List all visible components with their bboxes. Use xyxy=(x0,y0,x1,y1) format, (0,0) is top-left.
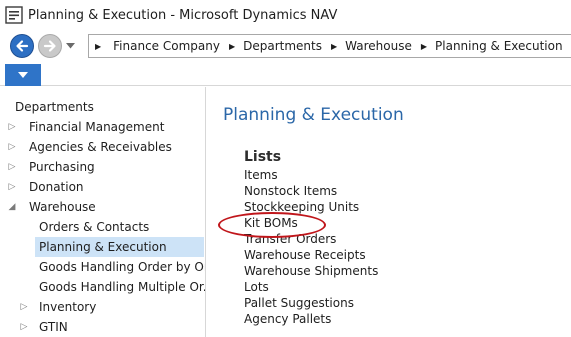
link-nonstock-items[interactable]: Nonstock Items xyxy=(244,184,337,198)
nav-item-label: GTIN xyxy=(39,320,68,334)
nav-item-donation[interactable]: ▷ Donation xyxy=(0,177,205,197)
title-bar: Planning & Execution - Microsoft Dynamic… xyxy=(0,0,571,30)
nav-item-label: Orders & Contacts xyxy=(39,220,150,234)
link-pallet-suggestions[interactable]: Pallet Suggestions xyxy=(244,296,354,310)
expand-arrow-icon[interactable]: ▷ xyxy=(5,162,19,172)
page-title: Planning & Execution xyxy=(223,105,404,125)
expand-arrow-icon[interactable]: ▷ xyxy=(5,122,19,132)
breadcrumb[interactable]: ▶ Finance Company ▶ Departments ▶ Wareho… xyxy=(88,34,571,58)
link-warehouse-shipments[interactable]: Warehouse Shipments xyxy=(244,264,378,278)
breadcrumb-root-arrow[interactable]: ▶ xyxy=(95,42,101,51)
breadcrumb-item-planning[interactable]: Planning & Execution xyxy=(435,39,563,53)
back-arrow-icon xyxy=(16,40,29,52)
link-agency-pallets[interactable]: Agency Pallets xyxy=(244,312,331,326)
nav-item-agencies-receivables[interactable]: ▷ Agencies & Receivables xyxy=(0,137,205,157)
link-transfer-orders[interactable]: Transfer Orders xyxy=(244,232,336,246)
link-stockkeeping-units[interactable]: Stockkeeping Units xyxy=(244,200,359,214)
window-title: Planning & Execution - Microsoft Dynamic… xyxy=(28,8,338,23)
nav-item-label: Goods Handling Multiple Or... xyxy=(39,280,205,294)
link-lots[interactable]: Lots xyxy=(244,280,269,294)
nav-item-financial-management[interactable]: ▷ Financial Management xyxy=(0,117,205,137)
collapse-arrow-icon[interactable]: ◢ xyxy=(5,202,19,212)
forward-button[interactable] xyxy=(38,34,62,58)
nav-item-label: Agencies & Receivables xyxy=(29,140,172,154)
nav-item-label: Warehouse xyxy=(29,200,96,214)
nav-item-goods-handling-order[interactable]: Goods Handling Order by Or... xyxy=(0,257,205,277)
breadcrumb-separator[interactable]: ▶ xyxy=(229,42,235,51)
breadcrumb-separator[interactable]: ▶ xyxy=(421,42,427,51)
nav-item-label: Inventory xyxy=(39,300,97,314)
nav-item-gtin[interactable]: ▷ GTIN xyxy=(0,317,205,337)
history-dropdown[interactable] xyxy=(64,40,76,52)
nav-item-label: Financial Management xyxy=(29,120,165,134)
section-heading-lists: Lists xyxy=(244,149,282,165)
back-button[interactable] xyxy=(10,34,34,58)
dynamics-nav-icon xyxy=(5,6,23,24)
nav-item-label: Goods Handling Order by Or... xyxy=(39,260,205,274)
nav-item-inventory[interactable]: ▷ Inventory xyxy=(0,297,205,317)
application-menu-button[interactable] xyxy=(5,64,41,86)
link-warehouse-receipts[interactable]: Warehouse Receipts xyxy=(244,248,366,262)
ribbon-bar xyxy=(0,62,571,86)
chevron-down-icon xyxy=(18,72,28,78)
breadcrumb-item-warehouse[interactable]: Warehouse xyxy=(345,39,412,53)
breadcrumb-item-departments[interactable]: Departments xyxy=(243,39,322,53)
chevron-down-icon xyxy=(65,43,75,49)
nav-item-label: Departments xyxy=(15,100,94,114)
nav-item-departments[interactable]: Departments xyxy=(0,97,205,117)
nav-item-planning-execution[interactable]: Planning & Execution xyxy=(35,237,204,257)
breadcrumb-item-company[interactable]: Finance Company xyxy=(113,39,220,53)
nav-item-label: Purchasing xyxy=(29,160,95,174)
breadcrumb-separator[interactable]: ▶ xyxy=(331,42,337,51)
link-kit-boms[interactable]: Kit BOMs xyxy=(244,216,298,230)
nav-item-label: Donation xyxy=(29,180,84,194)
expand-arrow-icon[interactable]: ▷ xyxy=(17,322,31,332)
expand-arrow-icon[interactable]: ▷ xyxy=(17,302,31,312)
link-items[interactable]: Items xyxy=(244,168,278,182)
nav-item-warehouse[interactable]: ◢ Warehouse xyxy=(0,197,205,217)
forward-arrow-icon xyxy=(43,40,56,52)
nav-item-orders-contacts[interactable]: Orders & Contacts xyxy=(0,217,205,237)
expand-arrow-icon[interactable]: ▷ xyxy=(5,182,19,192)
nav-item-purchasing[interactable]: ▷ Purchasing xyxy=(0,157,205,177)
nav-item-label: Planning & Execution xyxy=(39,240,167,254)
expand-arrow-icon[interactable]: ▷ xyxy=(5,142,19,152)
nav-item-goods-handling-multiple[interactable]: Goods Handling Multiple Or... xyxy=(0,277,205,297)
